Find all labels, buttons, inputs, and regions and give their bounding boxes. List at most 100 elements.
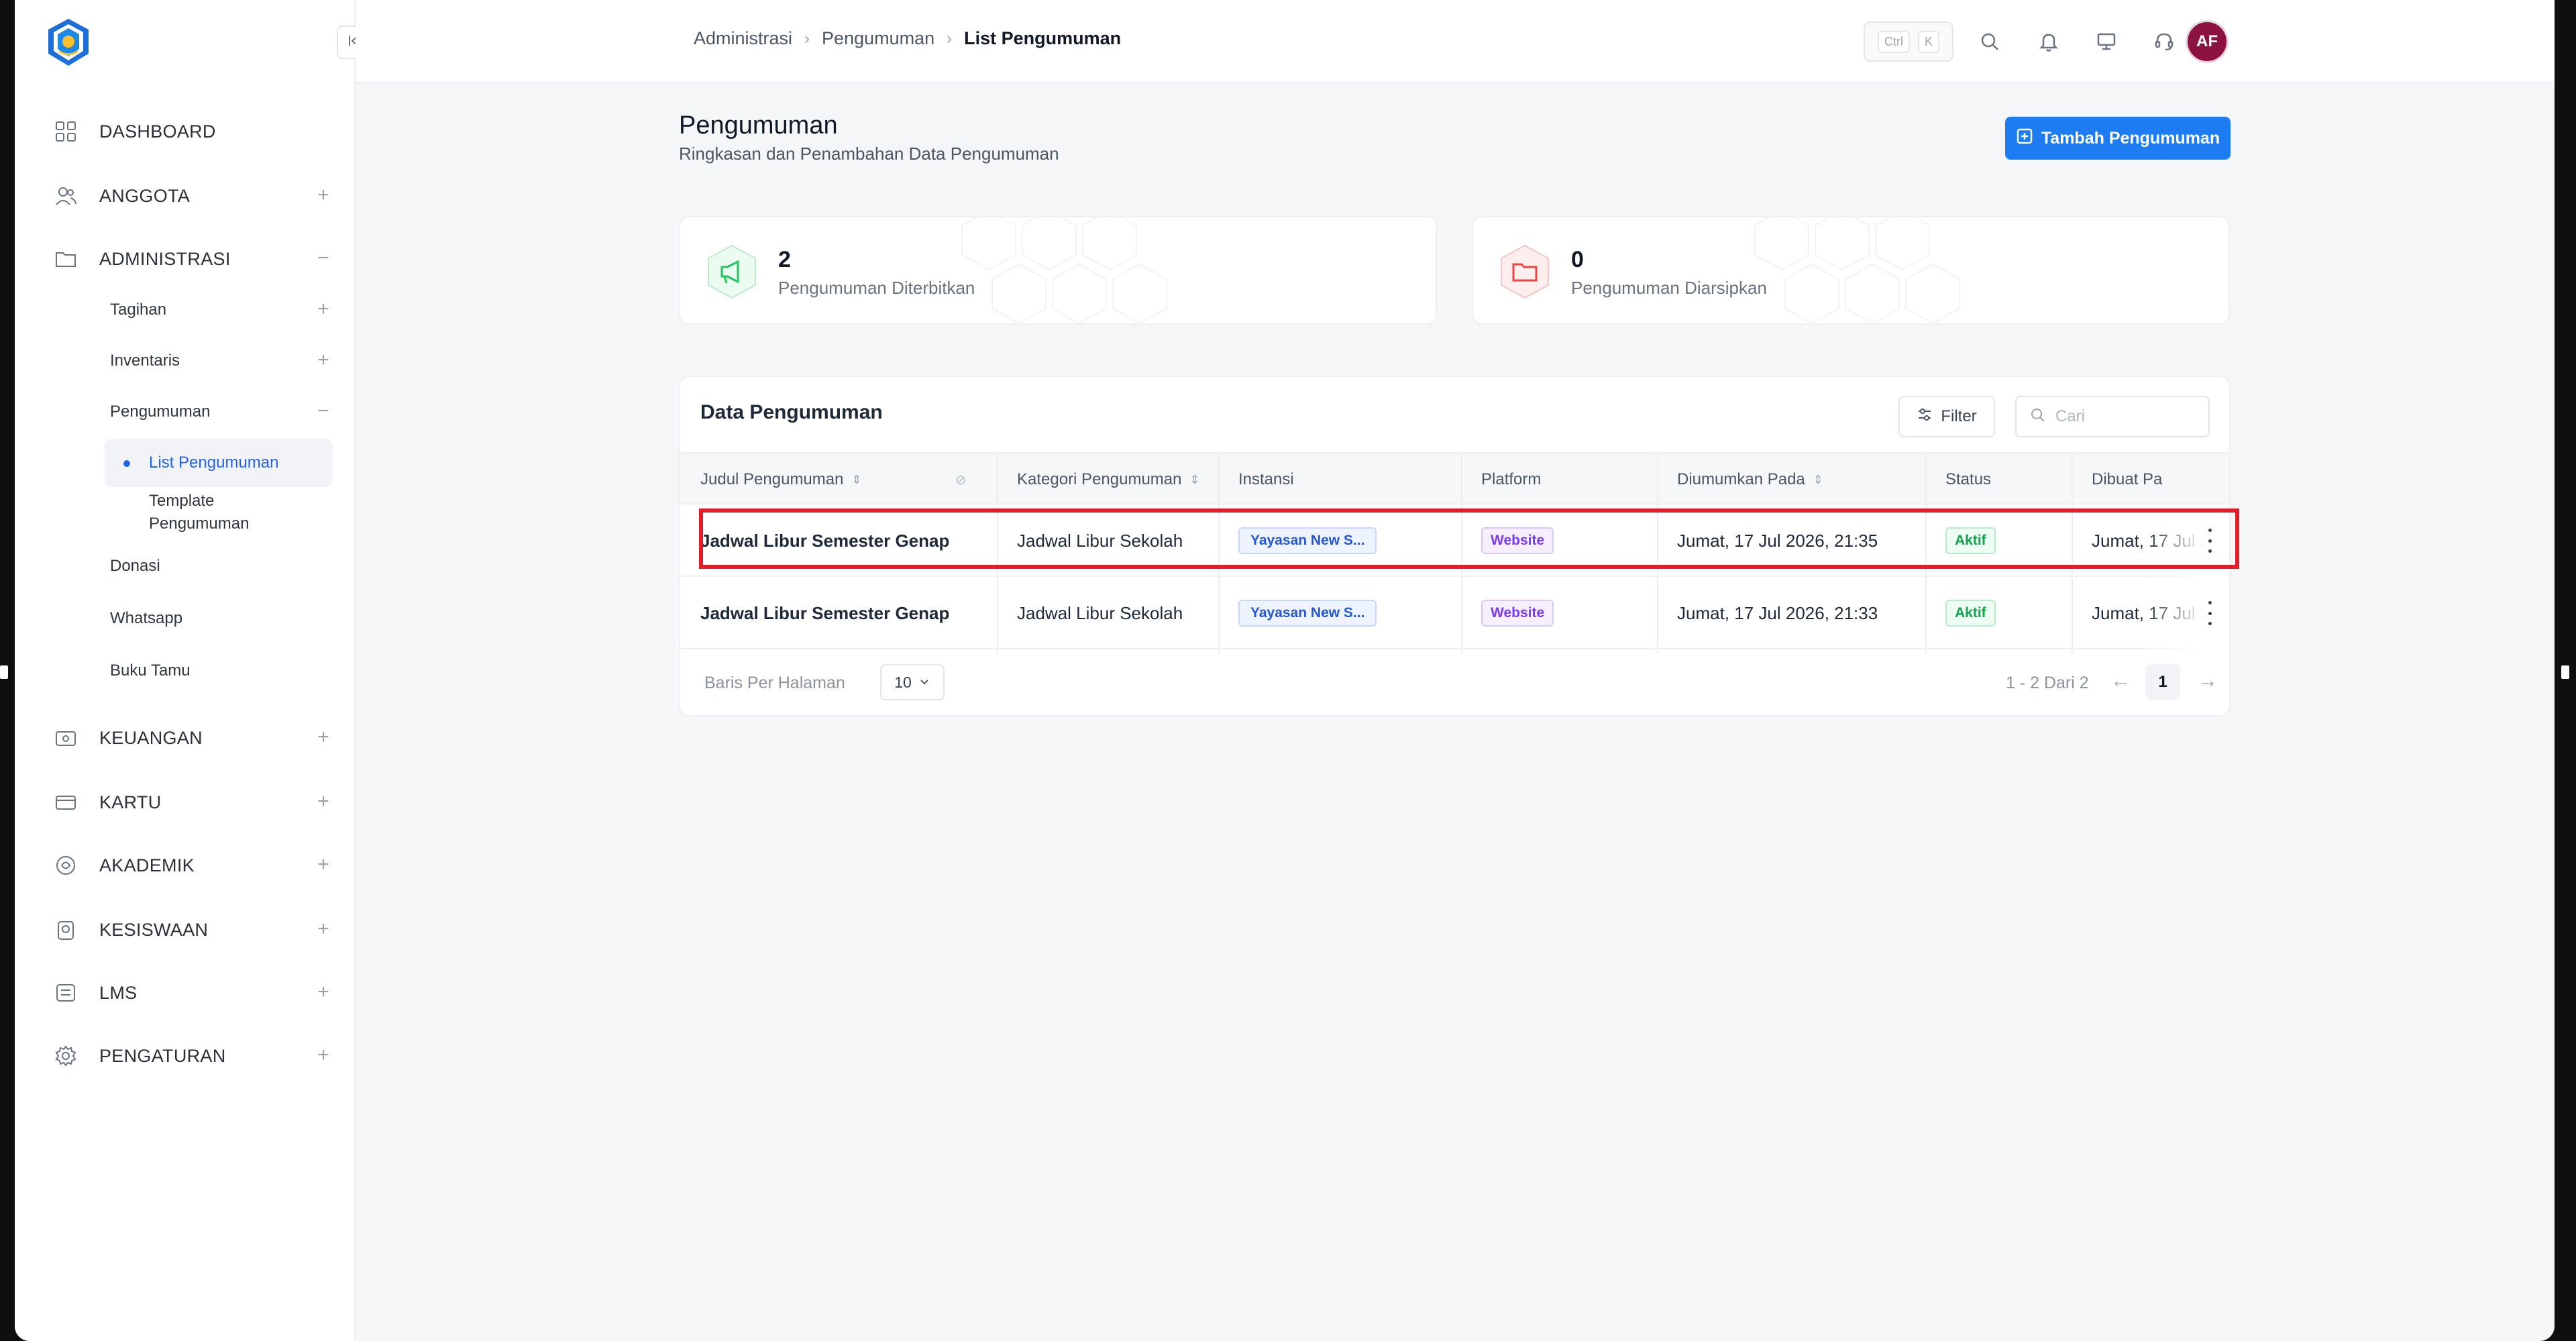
sort-icon[interactable]: ⇕	[1189, 473, 1199, 487]
sidebar-subitem-inventaris[interactable]: Inventaris +	[110, 342, 334, 380]
avatar[interactable]: AF	[2186, 20, 2229, 63]
cell-kategori: Jadwal Libur Sekolah	[1017, 530, 1183, 551]
expand-toggle-icon[interactable]: +	[313, 855, 334, 876]
sidebar-subitem-donasi[interactable]: Donasi	[110, 547, 334, 585]
monitor-icon[interactable]	[2090, 25, 2123, 58]
cell-instansi: Yayasan New S...	[1218, 577, 1461, 649]
sidebar-subitem-label: Whatsapp	[110, 609, 183, 627]
table-row[interactable]: Jadwal Libur Semester Genap Jadwal Libur…	[680, 577, 2229, 649]
breadcrumb-item[interactable]: Pengumuman	[822, 28, 934, 49]
sidebar-item-akademik[interactable]: AKADEMIK +	[52, 845, 334, 886]
sidebar-subitem-label: Buku Tamu	[110, 661, 191, 680]
expand-toggle-icon[interactable]: +	[313, 792, 334, 813]
rows-per-page-value: 10	[894, 673, 912, 691]
sidebar-subitem-whatsapp[interactable]: Whatsapp	[110, 600, 334, 637]
command-palette-shortcut[interactable]: Ctrl K	[1864, 21, 1953, 62]
sidebar-item-list-pengumuman[interactable]: List Pengumuman	[105, 439, 333, 487]
expand-toggle-icon[interactable]: +	[313, 185, 334, 207]
sidebar-subitem-buku-tamu[interactable]: Buku Tamu	[110, 652, 334, 690]
hexagon-pattern	[961, 217, 1167, 323]
sliders-icon	[1917, 407, 1933, 427]
sidebar-item-administrasi[interactable]: ADMINISTRASI −	[52, 239, 334, 279]
page-title: Pengumuman	[679, 111, 838, 140]
column-header-diumumkan[interactable]: Diumumkan Pada ⇕	[1657, 453, 1925, 506]
sidebar-item-label: LMS	[99, 982, 138, 1003]
stat-card-archived: 0 Pengumuman Diarsipkan	[1472, 216, 2230, 325]
sort-icon[interactable]: ⇕	[851, 473, 861, 487]
bell-icon[interactable]	[2033, 25, 2065, 58]
sidebar-item-pengaturan[interactable]: PENGATURAN +	[52, 1036, 334, 1076]
column-label: Status	[1945, 470, 1992, 488]
column-label: Judul Pengumuman	[700, 470, 844, 488]
status-badge: Aktif	[1945, 527, 1996, 554]
sidebar-subsub-label: List Pengumuman	[149, 453, 279, 472]
search-input[interactable]	[2055, 407, 2190, 426]
window-resize-handle-right[interactable]	[2561, 665, 2569, 679]
top-bar: Administrasi › Pengumuman › List Pengumu…	[356, 0, 2555, 83]
search-icon	[2030, 407, 2046, 427]
expand-toggle-icon[interactable]: +	[313, 350, 334, 372]
column-header-platform[interactable]: Platform	[1461, 453, 1657, 506]
cell-status: Aktif	[1925, 577, 2072, 649]
sidebar-item-dashboard[interactable]: DASHBOARD	[52, 111, 334, 152]
pin-off-icon[interactable]: ⊘	[955, 472, 967, 488]
sidebar-item-kartu[interactable]: KARTU +	[52, 782, 334, 822]
folder-icon	[52, 246, 79, 272]
expand-toggle-icon[interactable]: +	[313, 1045, 334, 1067]
active-dot-icon	[123, 460, 130, 467]
sidebar-subitem-pengumuman[interactable]: Pengumuman −	[110, 393, 334, 431]
collapse-toggle-icon[interactable]: −	[313, 248, 334, 270]
users-icon	[52, 182, 79, 209]
kbd-key: Ctrl	[1877, 30, 1910, 53]
sidebar-item-template-pengumuman[interactable]: Template Pengumuman	[105, 488, 333, 539]
column-header-judul[interactable]: Judul Pengumuman ⇕ ⊘	[680, 453, 997, 506]
megaphone-icon	[703, 243, 761, 301]
cell-platform: Website	[1461, 504, 1657, 577]
support-icon[interactable]	[2148, 25, 2180, 58]
expand-toggle-icon[interactable]: +	[313, 982, 334, 1004]
archived-caption: Pengumuman Diarsipkan	[1571, 278, 1767, 298]
expand-toggle-icon[interactable]: +	[313, 919, 334, 941]
add-announcement-button[interactable]: Tambah Pengumuman	[2005, 117, 2231, 160]
column-header-instansi[interactable]: Instansi	[1218, 453, 1461, 506]
breadcrumb-item[interactable]: Administrasi	[694, 28, 792, 49]
search-icon[interactable]	[1974, 25, 2006, 58]
more-vertical-icon[interactable]	[2203, 529, 2216, 553]
arrow-left-icon[interactable]: ←	[2110, 669, 2131, 692]
more-vertical-icon[interactable]	[2203, 601, 2216, 625]
expand-toggle-icon[interactable]: +	[313, 299, 334, 321]
list-icon	[52, 979, 79, 1006]
sidebar: DASHBOARD ANGGOTA + ADMINISTRASI − Tagih…	[15, 0, 370, 1341]
app-logo-icon[interactable]	[42, 16, 95, 70]
table-search[interactable]	[2015, 396, 2210, 437]
breadcrumb-current: List Pengumuman	[964, 28, 1122, 48]
column-header-dibuat[interactable]: Dibuat Pa	[2072, 453, 2229, 506]
rows-per-page-select[interactable]: 10	[880, 664, 945, 700]
sidebar-subsub-label: Template Pengumuman	[149, 492, 250, 533]
expand-toggle-icon[interactable]: +	[313, 727, 334, 749]
page-number-current[interactable]: 1	[2145, 664, 2180, 700]
published-count: 2	[778, 247, 791, 272]
column-label: Diumumkan Pada	[1677, 470, 1805, 488]
collapse-toggle-icon[interactable]: −	[313, 401, 334, 423]
gear-icon	[52, 1042, 79, 1069]
column-header-status[interactable]: Status	[1925, 453, 2072, 506]
sidebar-item-lms[interactable]: LMS +	[52, 973, 334, 1013]
instansi-tag: Yayasan New S...	[1238, 527, 1377, 554]
window-resize-handle-left[interactable]	[0, 665, 8, 679]
sidebar-item-label: KESISWAAN	[99, 919, 209, 940]
sidebar-item-keuangan[interactable]: KEUANGAN +	[52, 718, 334, 758]
sidebar-subitem-tagihan[interactable]: Tagihan +	[110, 291, 334, 329]
sidebar-item-kesiswaan[interactable]: KESISWAAN +	[52, 910, 334, 950]
sidebar-item-anggota[interactable]: ANGGOTA +	[52, 176, 334, 216]
column-label: Kategori Pengumuman	[1017, 470, 1182, 488]
cell-diumumkan: Jumat, 17 Jul 2026, 21:35	[1677, 530, 1878, 551]
filter-button[interactable]: Filter	[1898, 396, 1995, 437]
announcement-table-card: Data Pengumuman Filter Judul Pengumuman …	[679, 376, 2231, 716]
column-header-kategori[interactable]: Kategori Pengumuman ⇕	[997, 453, 1218, 506]
sidebar-subitem-label: Inventaris	[110, 352, 180, 370]
table-row[interactable]: Jadwal Libur Semester Genap Jadwal Libur…	[680, 504, 2229, 577]
arrow-right-icon[interactable]: →	[2198, 669, 2218, 692]
cell-judul: Jadwal Libur Semester Genap	[700, 530, 950, 551]
sort-icon[interactable]: ⇕	[1813, 473, 1823, 487]
